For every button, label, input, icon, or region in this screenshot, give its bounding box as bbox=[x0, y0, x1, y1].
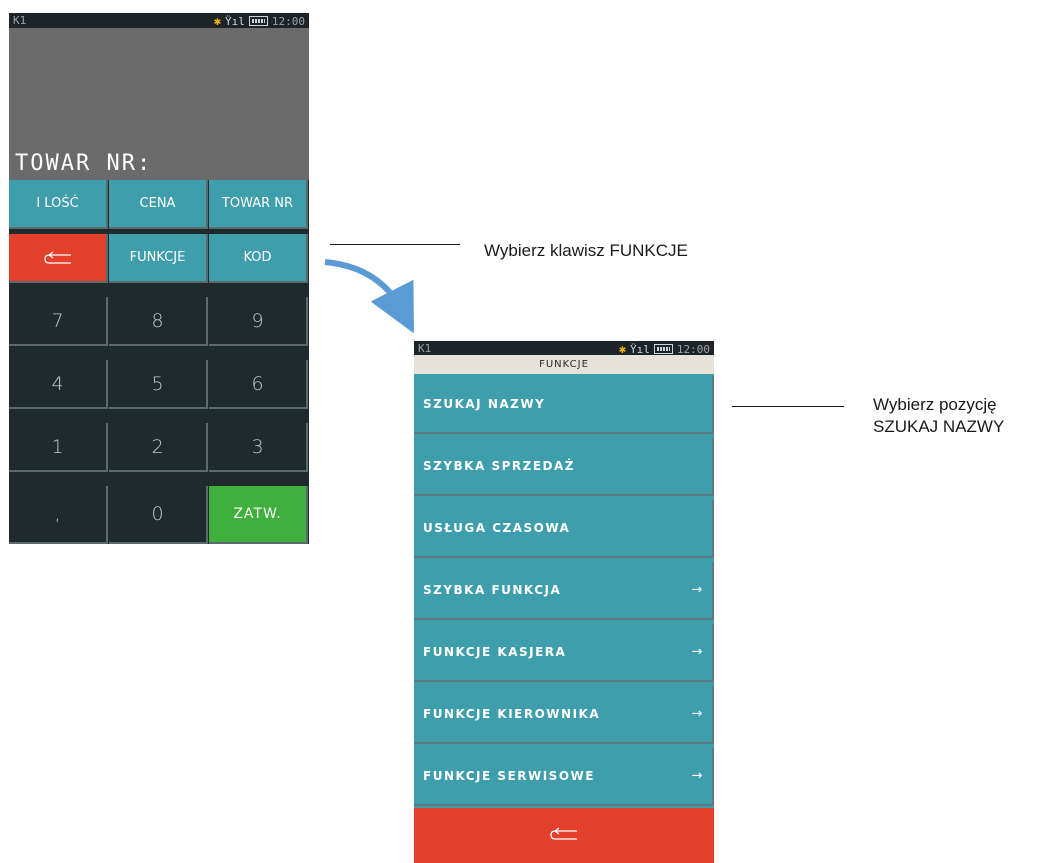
display-text: TOWAR NR: bbox=[15, 151, 153, 176]
menu-item-search-name[interactable]: SZUKAJ NAZWY bbox=[414, 376, 714, 434]
functions-key-label: FUNKCJE bbox=[129, 250, 186, 265]
digit-3-key[interactable]: 3 bbox=[209, 423, 308, 472]
status-bar: K1 ✱ Ÿıl 12:00 bbox=[9, 13, 309, 28]
item-number-key-label: TOWAR NR bbox=[221, 196, 294, 211]
display-area: TOWAR NR: bbox=[9, 28, 309, 180]
menu-item-label: FUNKCJE SERWISOWE bbox=[423, 769, 595, 783]
digit-3-key-label: 3 bbox=[251, 435, 264, 458]
chevron-right-icon: → bbox=[691, 582, 704, 598]
menu-item-label: SZYBKA SPRZEDAŻ bbox=[423, 459, 575, 473]
menu-item-quick-sale[interactable]: SZYBKA SPRZEDAŻ bbox=[414, 438, 714, 496]
quantity-key[interactable]: I LOŚĆ bbox=[9, 180, 108, 229]
digit-2-key[interactable]: 2 bbox=[109, 423, 208, 472]
price-key[interactable]: CENA bbox=[109, 180, 208, 229]
digit-0-key[interactable]: 0 bbox=[109, 486, 208, 544]
comma-key[interactable]: , bbox=[9, 486, 108, 544]
annotation-step-1: Wybierz klawisz FUNKCJE bbox=[484, 241, 688, 260]
menu-item-service-functions[interactable]: FUNKCJE SERWISOWE → bbox=[414, 748, 714, 806]
back-arrow-icon bbox=[43, 250, 71, 264]
menu-item-label: FUNKCJE KIEROWNIKA bbox=[423, 707, 601, 721]
digit-8-key[interactable]: 8 bbox=[109, 297, 208, 346]
menu-item-label: SZYBKA FUNKCJA bbox=[423, 583, 562, 597]
code-key[interactable]: KOD bbox=[209, 234, 308, 283]
chevron-right-icon: → bbox=[691, 768, 704, 784]
digit-9-key-label: 9 bbox=[251, 309, 264, 332]
chevron-right-icon: → bbox=[691, 644, 704, 660]
back-button[interactable] bbox=[414, 808, 714, 863]
digit-8-key-label: 8 bbox=[151, 309, 164, 332]
confirm-key[interactable]: ZATW. bbox=[209, 486, 308, 544]
clock: 12:00 bbox=[271, 14, 305, 28]
menu-item-quick-function[interactable]: SZYBKA FUNKCJA → bbox=[414, 562, 714, 620]
connector-line-2 bbox=[732, 406, 844, 407]
menu-item-label: FUNKCJE KASJERA bbox=[423, 645, 567, 659]
status-label: K1 bbox=[13, 14, 27, 27]
quantity-key-label: I LOŚĆ bbox=[36, 196, 79, 211]
item-number-key[interactable]: TOWAR NR bbox=[209, 180, 308, 229]
digit-6-key-label: 6 bbox=[251, 372, 264, 395]
menu-header: FUNKCJE bbox=[414, 355, 714, 374]
confirm-key-label: ZATW. bbox=[233, 506, 282, 522]
status-label-2: K1 bbox=[418, 342, 432, 355]
status-bar-2: K1 ✱ Ÿıl 12:00 bbox=[414, 341, 714, 356]
back-arrow-icon bbox=[550, 827, 577, 840]
digit-4-key-label: 4 bbox=[51, 372, 64, 395]
functions-menu-screen: K1 ✱ Ÿıl 12:00 FUNKCJE SZUKAJ NAZWY SZYB… bbox=[414, 341, 714, 863]
menu-item-cashier-functions[interactable]: FUNKCJE KASJERA → bbox=[414, 624, 714, 682]
annotation-step-2-line-2: SZUKAJ NAZWY bbox=[873, 417, 1005, 436]
digit-1-key[interactable]: 1 bbox=[9, 423, 108, 472]
price-key-label: CENA bbox=[139, 196, 176, 211]
digit-2-key-label: 2 bbox=[151, 435, 164, 458]
cash-register-main-screen: K1 ✱ Ÿıl 12:00 TOWAR NR: I LOŚĆ CENA TOW… bbox=[9, 13, 309, 544]
digit-9-key[interactable]: 9 bbox=[209, 297, 308, 346]
chevron-right-icon: → bbox=[691, 706, 704, 722]
code-key-label: KOD bbox=[243, 250, 272, 265]
menu-item-time-service[interactable]: USŁUGA CZASOWA bbox=[414, 500, 714, 558]
digit-4-key[interactable]: 4 bbox=[9, 360, 108, 409]
battery-icon bbox=[248, 16, 268, 26]
digit-6-key[interactable]: 6 bbox=[209, 360, 308, 409]
menu-item-label: USŁUGA CZASOWA bbox=[423, 521, 571, 535]
clock-2: 12:00 bbox=[676, 342, 710, 356]
digit-0-key-label: 0 bbox=[151, 503, 164, 525]
functions-key[interactable]: FUNKCJE bbox=[109, 234, 208, 283]
digit-5-key[interactable]: 5 bbox=[109, 360, 208, 409]
digit-5-key-label: 5 bbox=[151, 372, 164, 395]
bluetooth-icon: ✱ bbox=[213, 14, 221, 28]
digit-1-key-label: 1 bbox=[51, 435, 64, 458]
digit-7-key[interactable]: 7 bbox=[9, 297, 108, 346]
back-key[interactable] bbox=[9, 234, 108, 283]
comma-key-label: , bbox=[54, 503, 61, 525]
signal-icon: Ÿıl bbox=[630, 342, 650, 356]
battery-icon bbox=[653, 344, 673, 354]
bluetooth-icon: ✱ bbox=[618, 342, 626, 356]
connector-line-1 bbox=[330, 244, 460, 245]
menu-item-label: SZUKAJ NAZWY bbox=[423, 397, 546, 411]
signal-icon: Ÿıl bbox=[225, 14, 245, 28]
annotation-step-2-line-1: Wybierz pozycję bbox=[873, 395, 997, 414]
digit-7-key-label: 7 bbox=[51, 309, 64, 332]
curved-arrow-icon bbox=[324, 259, 414, 334]
menu-item-manager-functions[interactable]: FUNKCJE KIEROWNIKA → bbox=[414, 686, 714, 744]
